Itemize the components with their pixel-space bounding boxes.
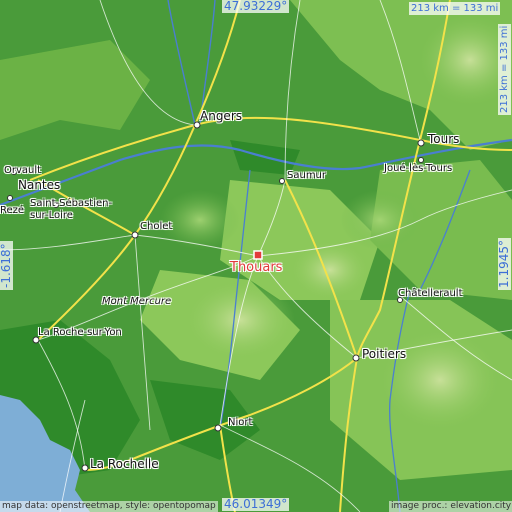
attribution-map-data: map data: openstreetmap, style: opentopo… xyxy=(0,501,218,512)
scale-vertical: 213 km = 133 mi xyxy=(498,23,511,115)
tours-marker xyxy=(417,139,425,147)
label-la-roche-sur-yon: La Roche-sur-Yon xyxy=(38,327,122,338)
la-rochelle-marker xyxy=(81,464,89,472)
terrain-map xyxy=(0,0,512,512)
cholet-marker xyxy=(131,231,139,239)
label-cholet: Cholet xyxy=(140,221,173,232)
label-orvault: Orvault xyxy=(4,165,42,176)
label-poitiers: Poitiers xyxy=(362,347,407,361)
label-saumur: Saumur xyxy=(287,170,327,181)
niort-marker xyxy=(214,424,222,432)
label-chatellerault: Châtellerault xyxy=(398,288,463,299)
coord-west: -1.618° xyxy=(0,241,13,290)
label-angers: Angers xyxy=(200,109,242,123)
label-nantes: Nantes xyxy=(18,178,61,192)
coord-north: 47.93229° xyxy=(222,0,290,13)
label-thouars: Thouars xyxy=(230,260,283,275)
label-mont-mercure: Mont Mercure xyxy=(102,296,172,307)
label-saint-sebastien-1: Saint-Sébastien- xyxy=(30,198,113,209)
coord-east: 1.1945° xyxy=(497,238,511,290)
map-canvas[interactable]: Angers Tours Joué-lès-Tours Saumur Orvau… xyxy=(0,0,512,512)
poitiers-marker xyxy=(352,354,360,362)
joue-les-tours-marker xyxy=(418,157,424,163)
scale-horizontal: 213 km = 133 mi xyxy=(409,2,501,15)
saumur-marker xyxy=(279,178,285,184)
label-saint-sebastien-2: sur-Loire xyxy=(30,210,73,221)
label-niort: Niort xyxy=(228,417,253,428)
coord-south: 46.01349° xyxy=(222,497,290,511)
attribution-image-proc: image proc.: elevation.city xyxy=(389,501,512,512)
label-tours: Tours xyxy=(428,132,460,146)
label-reze: Rezé xyxy=(0,205,25,216)
reze-marker xyxy=(7,195,13,201)
label-joue-les-tours: Joué-lès-Tours xyxy=(384,163,453,174)
label-la-rochelle: La Rochelle xyxy=(90,457,159,471)
thouars-marker xyxy=(253,250,263,260)
